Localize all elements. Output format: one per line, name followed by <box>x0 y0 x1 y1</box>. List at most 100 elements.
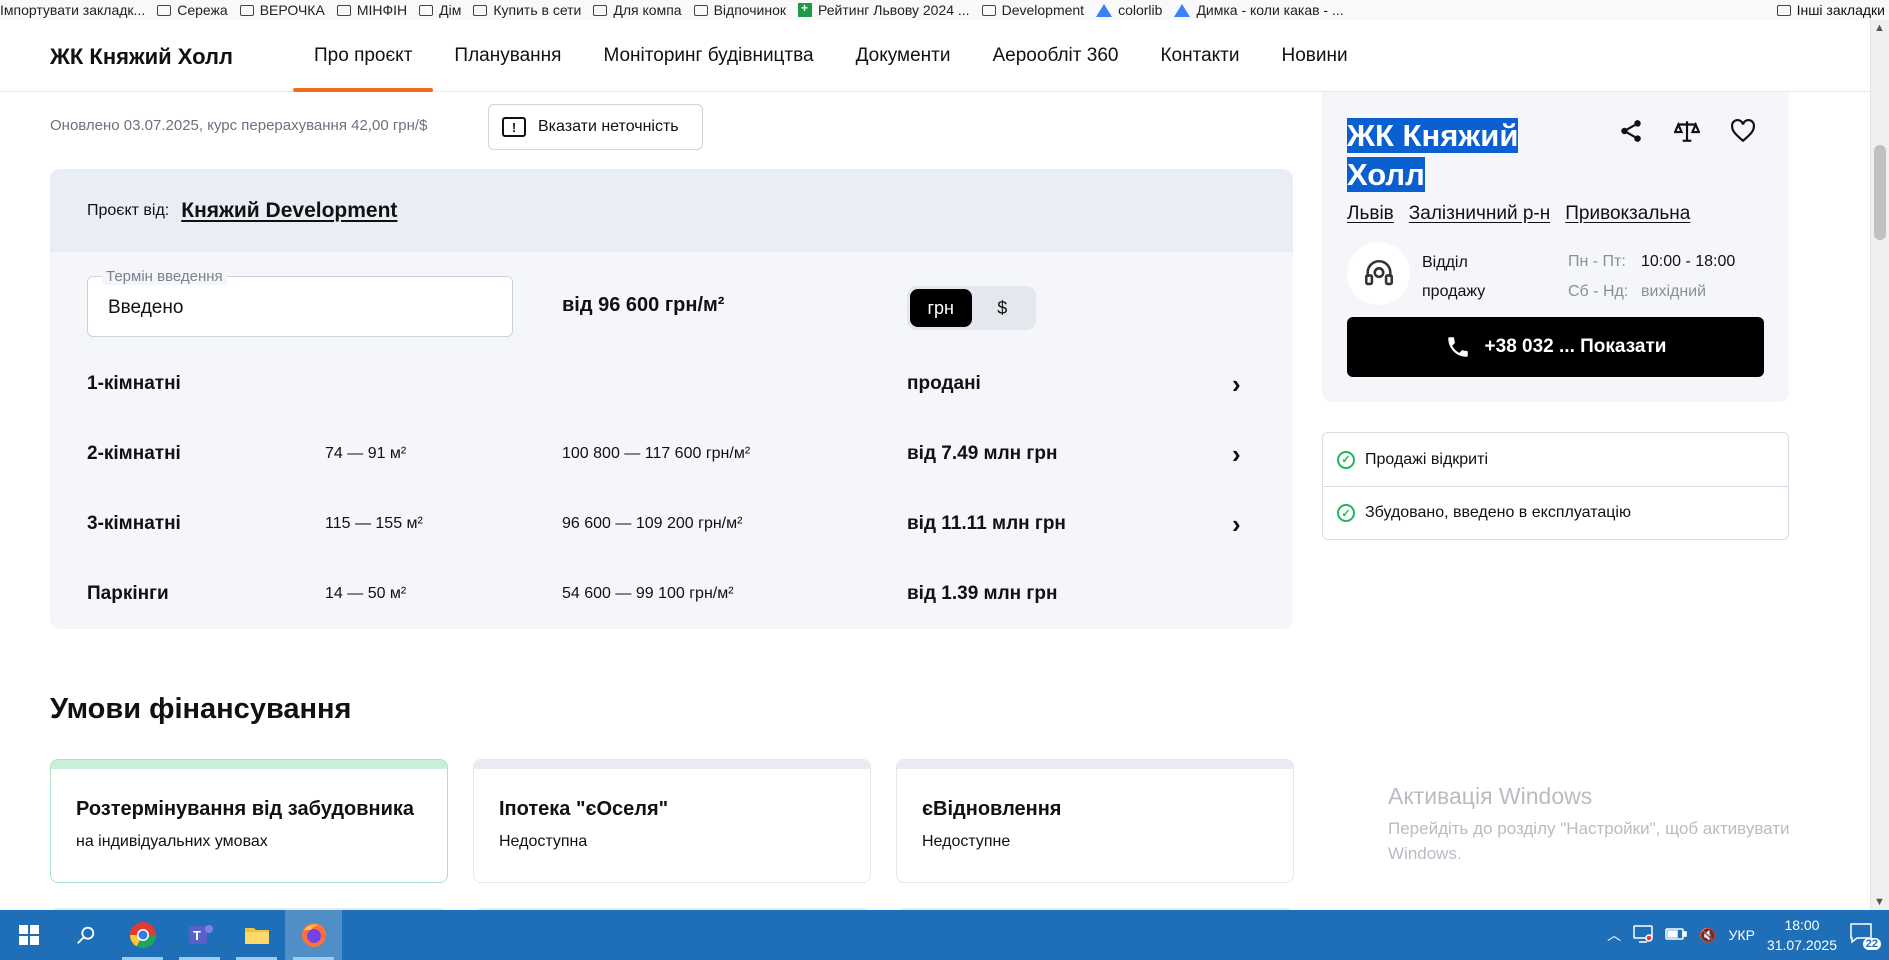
row-area: 74 — 91 м² <box>325 445 407 462</box>
site-logo[interactable]: ЖК Княжий Холл <box>50 44 233 70</box>
main-nav: Про проєкт Планування Моніторинг будівни… <box>293 20 1369 92</box>
nav-item-plans[interactable]: Планування <box>433 20 582 92</box>
row-total: від 1.39 млн грн <box>907 583 1058 604</box>
bookmark-folder[interactable]: Купить в сети <box>473 2 593 18</box>
search-icon <box>76 926 94 944</box>
price-from: від 96 600 грн/м² <box>562 294 725 316</box>
chevron-right-icon[interactable]: › <box>1232 369 1241 400</box>
table-row: Паркінги 14 — 50 м² 54 600 — 99 100 грн/… <box>87 559 1267 629</box>
page-scrollbar[interactable]: ▲ ▼ <box>1870 20 1889 910</box>
location-links: Львів Залізничний р-н Привокзальна <box>1347 203 1690 225</box>
folder-icon <box>336 4 351 16</box>
term-label: Термін введення <box>102 268 227 285</box>
nav-item-monitoring[interactable]: Моніторинг будівництва <box>582 20 834 92</box>
search-button[interactable] <box>57 910 114 960</box>
bookmark-folder[interactable]: Відпочинок <box>693 2 798 18</box>
language-indicator[interactable]: УКР <box>1729 927 1755 943</box>
bookmark-folder[interactable]: Сережа <box>157 2 239 18</box>
chevron-up-icon[interactable]: ︿ <box>1607 925 1621 945</box>
working-hours: Пн - Пт: 10:00 - 18:00 Сб - Нд: вихідний <box>1568 253 1736 300</box>
currency-toggle: грн $ <box>907 286 1036 330</box>
scroll-thumb[interactable] <box>1874 145 1886 240</box>
heart-icon[interactable] <box>1730 118 1756 151</box>
nav-item-about[interactable]: Про проєкт <box>293 20 434 92</box>
bookmark-drive[interactable]: Димка - коли какав - ... <box>1174 2 1355 18</box>
location-city-link[interactable]: Львів <box>1347 203 1394 225</box>
notification-center-tray-icon[interactable] <box>1633 924 1653 946</box>
bookmark-folder[interactable]: ВЕРОЧКА <box>239 2 337 18</box>
notifications-button[interactable]: 22 <box>1849 922 1881 950</box>
term-value: Введено <box>108 297 184 318</box>
financing-card-restoration[interactable]: єВідновлення Недоступне <box>896 759 1294 883</box>
chevron-right-icon[interactable]: › <box>1232 509 1241 540</box>
row-total: від 7.49 млн грн <box>907 443 1058 464</box>
financing-card-subtitle: Недоступна <box>499 833 588 850</box>
bookmark-sheet[interactable]: Рейтинг Львову 2024 ... <box>798 1 982 18</box>
battery-icon[interactable] <box>1665 927 1687 944</box>
phone-icon <box>1447 337 1468 357</box>
currency-usd-button[interactable]: $ <box>972 289 1034 327</box>
taskbar-clock[interactable]: 18:00 31.07.2025 <box>1767 915 1837 955</box>
bookmark-folder[interactable]: Для компа <box>593 2 693 18</box>
sheets-icon <box>798 1 813 17</box>
share-icon[interactable] <box>1618 118 1644 151</box>
project-actions <box>1618 118 1756 151</box>
show-phone-button[interactable]: +38 032 ... Показати <box>1347 317 1764 377</box>
folder-icon <box>981 4 996 16</box>
bookmark-folder[interactable]: Development <box>981 2 1097 18</box>
financing-card-title: єВідновлення <box>922 798 1062 820</box>
bookmark-folder[interactable]: МІНФІН <box>336 2 419 18</box>
volume-muted-icon[interactable]: 🔇 <box>1699 927 1716 944</box>
currency-uah-button[interactable]: грн <box>910 289 972 327</box>
taskbar-chrome[interactable] <box>114 910 171 960</box>
scroll-down-icon[interactable]: ▼ <box>1874 896 1885 908</box>
table-row[interactable]: 2-кімнатні 74 — 91 м² 100 800 — 117 600 … <box>87 419 1267 489</box>
sales-department-label: Відділ продажу <box>1422 254 1486 300</box>
location-district-link[interactable]: Залізничний р-н <box>1409 203 1550 225</box>
other-bookmarks[interactable]: Інші закладки <box>1776 0 1889 20</box>
drive-icon <box>1096 3 1113 17</box>
row-area: 115 — 155 м² <box>325 515 423 532</box>
teams-icon: T <box>188 925 213 944</box>
financing-card-subtitle: Недоступне <box>922 833 1011 850</box>
folder-icon <box>244 928 269 944</box>
start-button[interactable] <box>0 910 57 960</box>
table-row[interactable]: 3-кімнатні 115 — 155 м² 96 600 — 109 200… <box>87 489 1267 559</box>
project-status-box: ✓ Продажі відкриті ✓ Збудовано, введено … <box>1322 432 1789 540</box>
row-price-per-meter: 54 600 — 99 100 грн/м² <box>562 585 734 602</box>
chrome-icon <box>129 922 156 949</box>
status-sales-open: ✓ Продажі відкриті <box>1323 433 1788 486</box>
report-inaccuracy-button[interactable]: ! Вказати неточність <box>488 104 703 150</box>
folder-icon <box>239 4 254 16</box>
nav-item-contacts[interactable]: Контакти <box>1139 20 1260 92</box>
financing-card-mortgage[interactable]: Іпотека "єОселя" Недоступна <box>473 759 871 883</box>
financing-card-title: Розтермінування від забудовника <box>76 798 415 820</box>
folder-icon <box>473 4 488 16</box>
updated-info: Оновлено 03.07.2025, курс перерахування … <box>50 117 428 134</box>
bookmark-folder[interactable]: Дім <box>419 2 473 18</box>
taskbar-teams[interactable]: T <box>171 910 228 960</box>
row-price-per-meter: 100 800 — 117 600 грн/м² <box>562 445 751 462</box>
chevron-right-icon[interactable]: › <box>1232 439 1241 470</box>
table-row[interactable]: 1-кімнатні продані › <box>87 349 1267 419</box>
drive-icon <box>1174 3 1191 17</box>
nav-item-aerial[interactable]: Аерообліт 360 <box>972 20 1140 92</box>
row-total: продані <box>907 373 981 394</box>
nav-item-news[interactable]: Новини <box>1261 20 1369 92</box>
scroll-up-icon[interactable]: ▲ <box>1874 22 1885 34</box>
bookmark-import[interactable]: Імпортувати закладк... <box>0 2 157 18</box>
compare-icon[interactable] <box>1673 118 1701 151</box>
taskbar-firefox[interactable] <box>285 910 342 960</box>
nav-item-documents[interactable]: Документи <box>835 20 972 92</box>
location-area-link[interactable]: Привокзальна <box>1565 203 1690 225</box>
bookmark-drive[interactable]: colorlib <box>1096 2 1174 18</box>
project-title: ЖК Княжий Холл <box>1347 118 1519 192</box>
project-side-panel: ЖК Княжий Холл Львів Залізничний р-н При… <box>1322 92 1789 402</box>
windows-taskbar: T ︿ 🔇 УКР 18:00 31.07.2025 22 <box>0 910 1889 960</box>
financing-card-installments[interactable]: Розтермінування від забудовника на індив… <box>50 759 448 883</box>
firefox-icon <box>301 923 326 947</box>
check-circle-icon: ✓ <box>1337 450 1355 469</box>
developer-link[interactable]: Княжий Development <box>181 199 397 223</box>
term-select[interactable]: Термін введення Введено <box>87 268 513 337</box>
taskbar-explorer[interactable] <box>228 910 285 960</box>
